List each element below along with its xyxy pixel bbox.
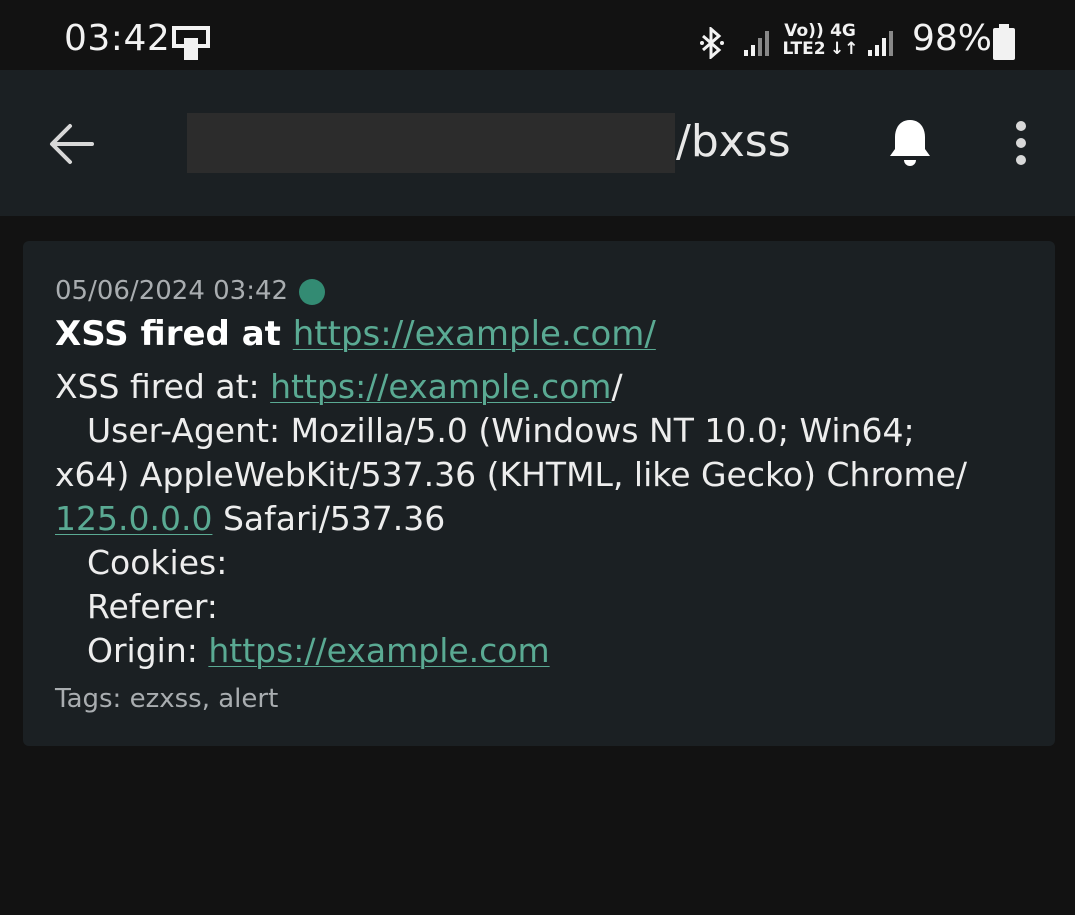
safari-suffix: Safari/537.36: [212, 499, 446, 538]
signal-icon: [744, 31, 769, 56]
clock: 03:42: [64, 18, 171, 59]
user-agent-line: User-Agent: Mozilla/5.0 (Windows NT 10.0…: [87, 411, 915, 450]
body-line: XSS fired at: https://example.com/: [55, 365, 1015, 409]
notification-card[interactable]: 05/06/2024 03:42 XSS fired at https://ex…: [23, 241, 1055, 746]
url-link[interactable]: https://example.com: [270, 367, 611, 406]
bell-icon[interactable]: [886, 116, 934, 168]
chrome-version-link[interactable]: 125.0.0.0: [55, 499, 212, 538]
origin-line: Origin: https://example.com: [55, 629, 1015, 673]
title-prefix: XSS fired at: [55, 314, 293, 354]
more-vert-icon[interactable]: [1012, 120, 1030, 166]
unread-dot-icon: [299, 279, 325, 305]
body-prefix: XSS fired at:: [55, 367, 271, 406]
app-bar: /bxss: [0, 70, 1075, 216]
origin-label: Origin:: [87, 631, 209, 670]
notification-tags: Tags: ezxss, alert: [55, 684, 279, 714]
user-agent-continuation: x64) AppleWebKit/537.36 (KHTML, like Gec…: [55, 455, 968, 494]
origin-link[interactable]: https://example.com: [208, 631, 549, 670]
data-activity-icon: ↓↑: [830, 39, 859, 59]
status-bar: 03:42 Vo)) LTE2 4G ↓↑ 98%: [0, 0, 1075, 70]
battery-icon: [993, 24, 1015, 60]
url-suffix: /: [611, 367, 623, 406]
network-type-indicator: 4G ↓↑: [830, 21, 859, 59]
title-link[interactable]: https://example.com/: [293, 314, 656, 354]
notification-body: XSS fired at: https://example.com/ User-…: [55, 365, 1015, 673]
back-arrow-icon[interactable]: [48, 122, 96, 166]
cookies-line: Cookies:: [87, 543, 228, 582]
battery-percent: 98%: [912, 18, 993, 59]
sim-toolkit-icon: [172, 26, 210, 60]
redacted-topic-prefix: [187, 113, 675, 173]
bluetooth-icon: [700, 27, 724, 59]
notification-date: 05/06/2024 03:42: [55, 276, 289, 306]
signal-icon: [868, 31, 893, 56]
referer-line: Referer:: [87, 587, 218, 626]
volte-indicator: Vo)) LTE2: [782, 22, 826, 58]
volte-label: Vo)): [784, 21, 824, 41]
topic-title: /bxss: [676, 116, 791, 167]
user-agent-tail: 125.0.0.0 Safari/537.36: [55, 497, 1015, 541]
notification-title: XSS fired at https://example.com/: [55, 314, 656, 354]
network-type-label: 4G: [830, 21, 856, 41]
lte-label: LTE2: [782, 39, 826, 59]
